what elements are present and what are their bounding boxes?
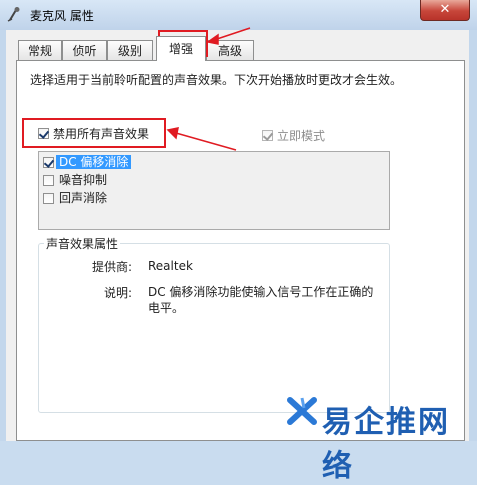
arrow-head-to-checkbox <box>166 127 179 140</box>
watermark-logo-icon <box>287 397 317 425</box>
tab-enhancements[interactable]: 增强 <box>156 36 206 61</box>
watermark-text: 易企推网络 <box>322 405 450 484</box>
arrow-line-to-checkbox <box>175 132 237 151</box>
annotation-arrows <box>166 27 251 151</box>
arrow-line-to-tab <box>213 27 251 41</box>
arrow-head-to-tab <box>206 33 219 45</box>
tab-enhancements-label: 增强 <box>168 42 193 56</box>
